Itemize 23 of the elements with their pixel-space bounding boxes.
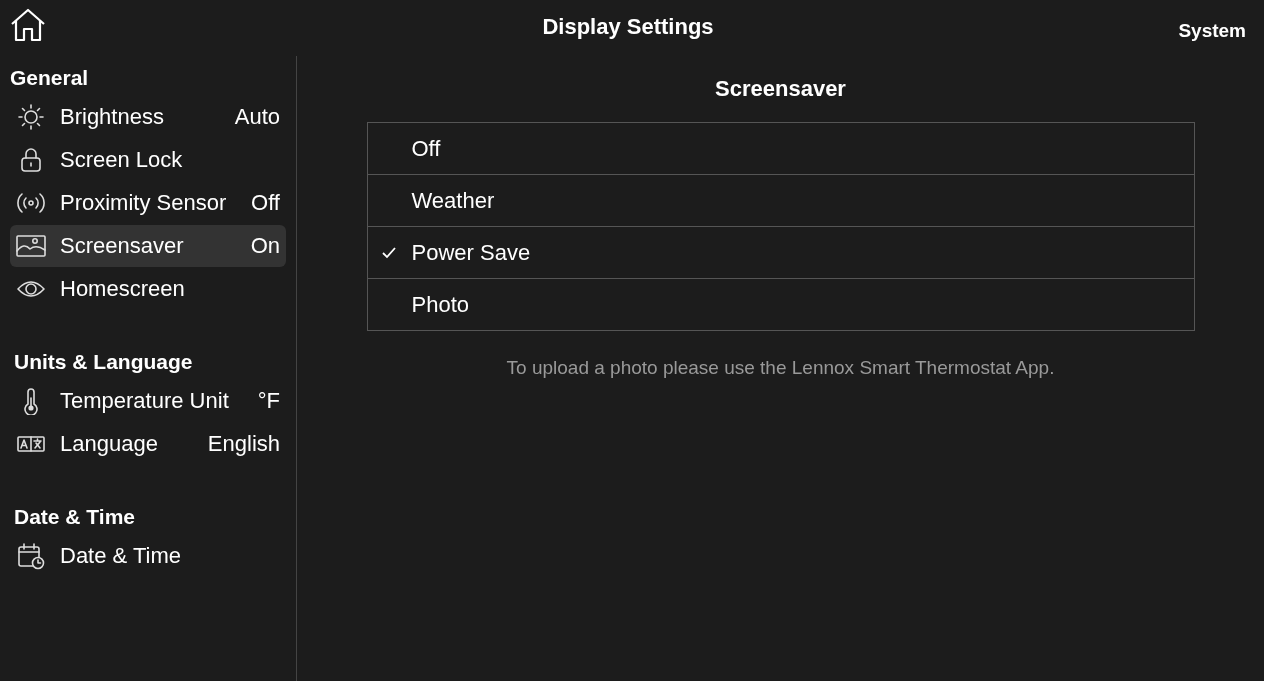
section-heading: Date & Time <box>13 504 136 530</box>
home-icon[interactable] <box>10 8 46 42</box>
option-row[interactable]: Photo <box>367 278 1194 330</box>
sidebar-item[interactable]: Proximity Sensor Off <box>10 182 286 224</box>
sun-icon <box>16 103 46 131</box>
sidebar-item[interactable]: Brightness Auto <box>10 96 286 138</box>
section-heading: General <box>10 65 90 91</box>
page-title: Display Settings <box>542 14 714 40</box>
section-heading: Units & Language <box>13 349 194 375</box>
option-row[interactable]: Off <box>367 123 1194 174</box>
sidebar-item[interactable]: Homescreen <box>10 268 286 310</box>
sidebar-item[interactable]: Temperature Unit °F <box>10 380 286 422</box>
sidebar-item[interactable]: Screen Lock <box>10 139 286 181</box>
image-icon <box>16 232 46 260</box>
sidebar-item[interactable]: Screensaver On <box>10 225 286 267</box>
option-row[interactable]: Power Save <box>367 226 1194 278</box>
sidebar-item[interactable]: Language English <box>10 423 286 465</box>
sidebar-item[interactable]: Date & Time <box>10 535 286 577</box>
option-row[interactable]: Weather <box>367 174 1194 226</box>
panel-title: Screensaver <box>715 76 846 102</box>
calendar-icon <box>16 542 46 570</box>
hint-text: To upload a photo please use the Lennox Smart Thermostat App. <box>506 357 1055 379</box>
system-link[interactable]: System <box>1178 20 1246 42</box>
